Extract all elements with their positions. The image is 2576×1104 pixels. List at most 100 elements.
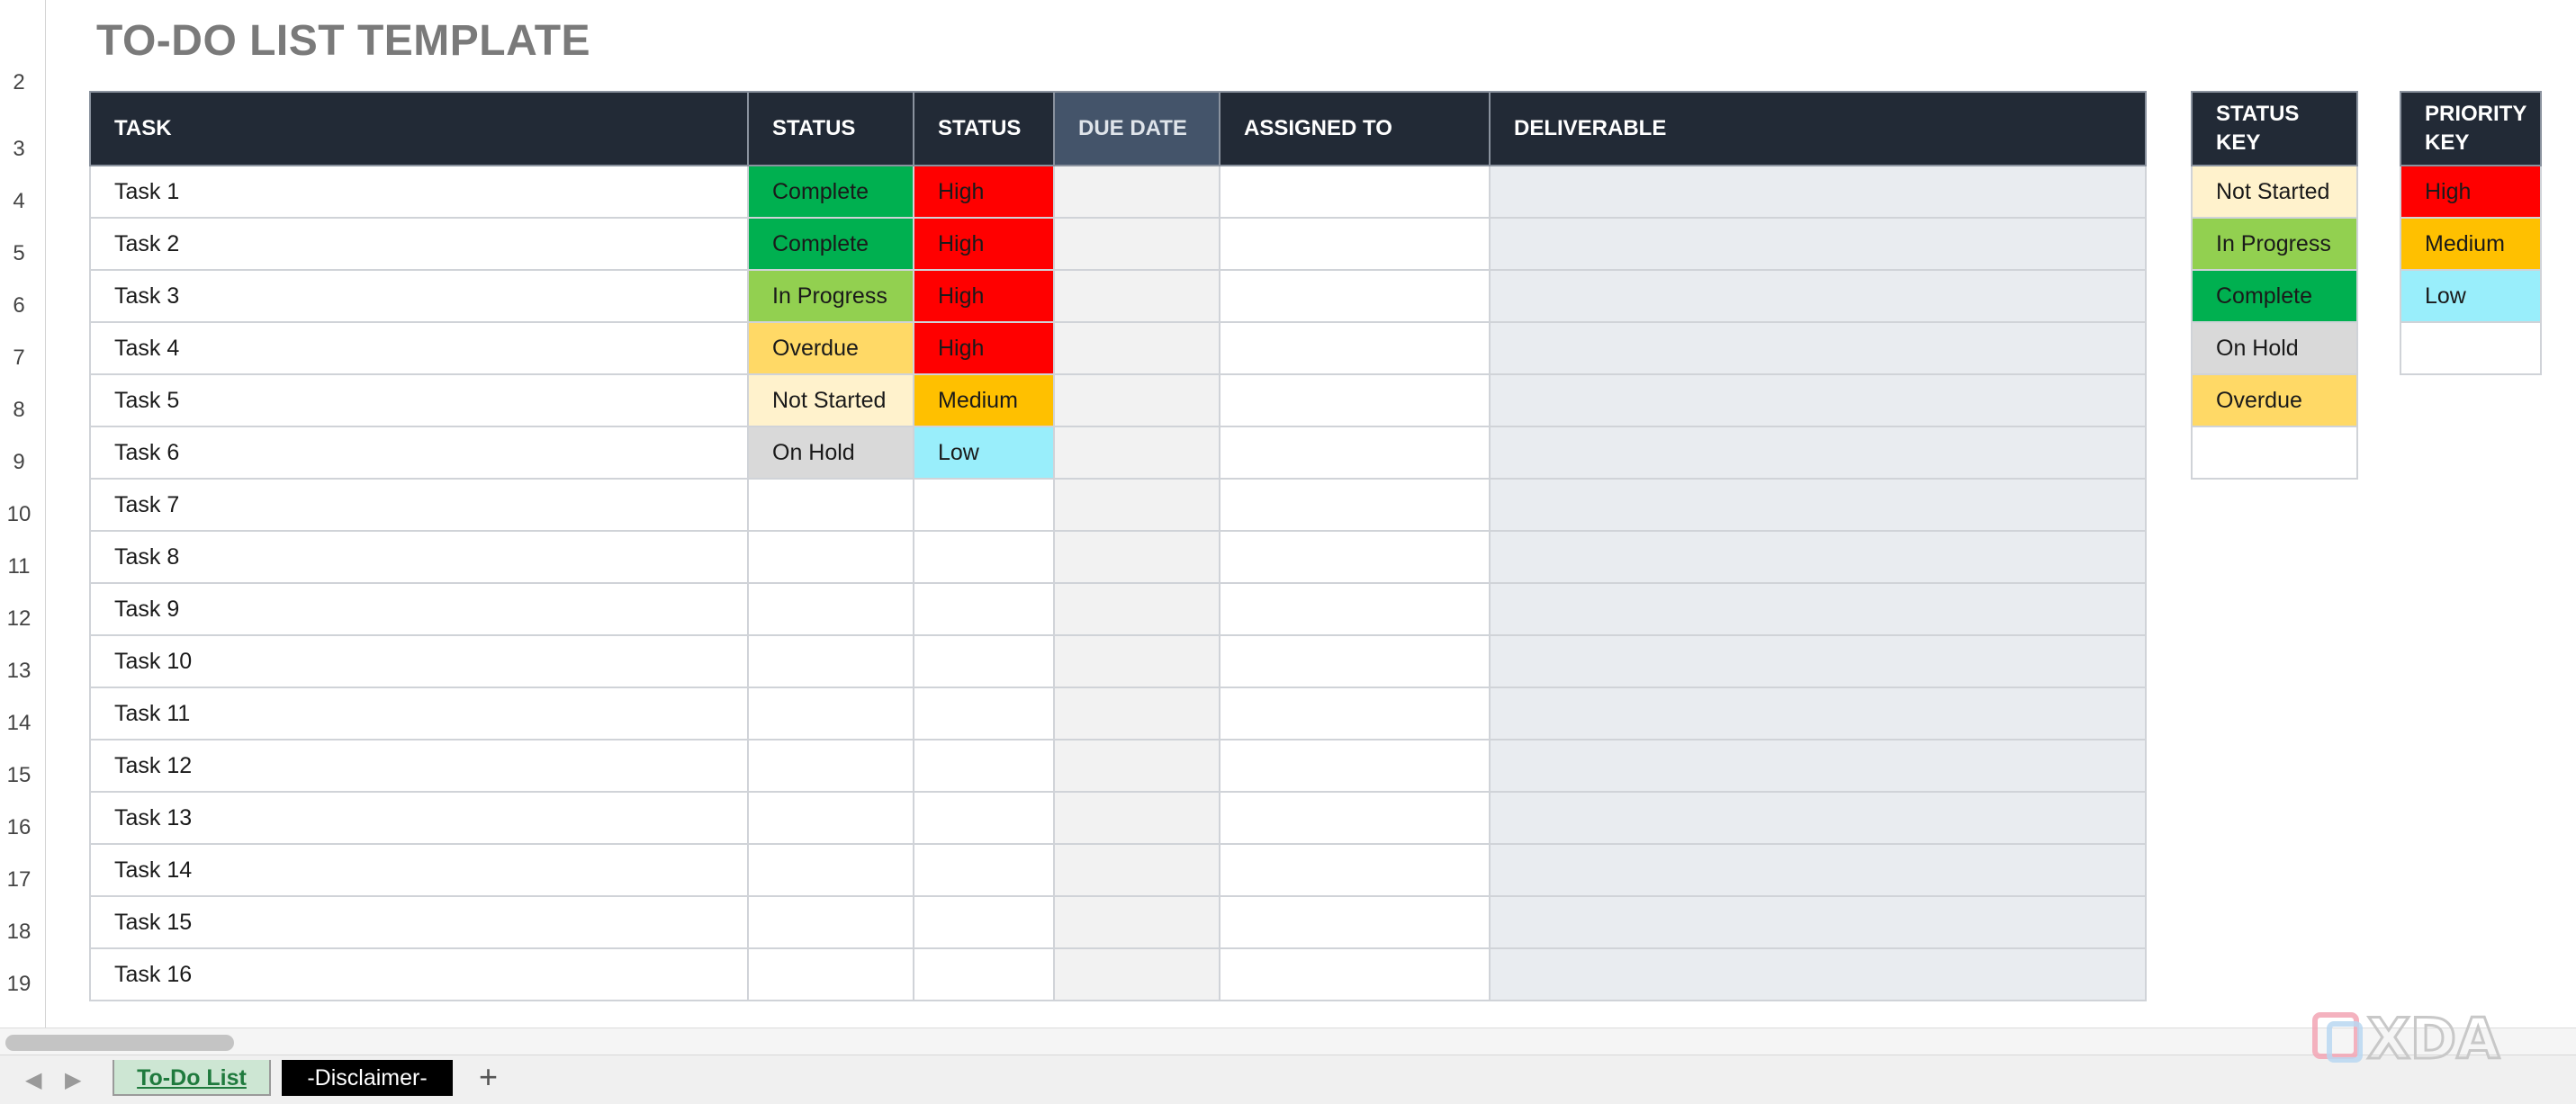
status-cell[interactable]: Overdue xyxy=(747,321,914,375)
row-number[interactable]: 3 xyxy=(0,137,38,162)
priority-key-item[interactable]: Medium xyxy=(2400,217,2542,271)
row-number[interactable]: 19 xyxy=(0,972,38,997)
priority-key-item[interactable]: Low xyxy=(2400,269,2542,323)
row-number[interactable]: 17 xyxy=(0,867,38,893)
priority-cell[interactable]: Low xyxy=(913,426,1055,480)
task-cell[interactable]: Task 10 xyxy=(89,634,749,688)
assigned-to-cell[interactable] xyxy=(1219,739,1491,793)
task-cell[interactable]: Task 8 xyxy=(89,530,749,584)
deliverable-cell[interactable] xyxy=(1489,478,2147,532)
deliverable-cell[interactable] xyxy=(1489,634,2147,688)
priority-cell[interactable] xyxy=(913,478,1055,532)
header-priority[interactable]: STATUS xyxy=(913,91,1055,166)
due-date-cell[interactable] xyxy=(1053,321,1220,375)
deliverable-cell[interactable] xyxy=(1489,791,2147,845)
row-number[interactable]: 7 xyxy=(0,346,38,371)
task-cell[interactable]: Task 3 xyxy=(89,269,749,323)
priority-cell[interactable] xyxy=(913,634,1055,688)
status-cell[interactable] xyxy=(747,895,914,949)
priority-cell[interactable] xyxy=(913,843,1055,897)
status-cell[interactable] xyxy=(747,739,914,793)
task-cell[interactable]: Task 14 xyxy=(89,843,749,897)
deliverable-cell[interactable] xyxy=(1489,321,2147,375)
status-cell[interactable]: In Progress xyxy=(747,269,914,323)
priority-cell[interactable]: Medium xyxy=(913,373,1055,427)
row-number[interactable]: 2 xyxy=(0,70,38,95)
status-cell[interactable] xyxy=(747,791,914,845)
priority-cell[interactable] xyxy=(913,687,1055,740)
horizontal-scroll-thumb[interactable] xyxy=(5,1035,234,1051)
assigned-to-cell[interactable] xyxy=(1219,530,1491,584)
assigned-to-cell[interactable] xyxy=(1219,634,1491,688)
task-cell[interactable]: Task 15 xyxy=(89,895,749,949)
header-assigned-to[interactable]: ASSIGNED TO xyxy=(1219,91,1491,166)
assigned-to-cell[interactable] xyxy=(1219,843,1491,897)
row-number[interactable]: 5 xyxy=(0,241,38,266)
due-date-cell[interactable] xyxy=(1053,791,1220,845)
sheet-tab-todo-list[interactable]: To-Do List xyxy=(113,1060,271,1096)
priority-cell[interactable]: High xyxy=(913,217,1055,271)
header-deliverable[interactable]: DELIVERABLE xyxy=(1489,91,2147,166)
status-cell[interactable] xyxy=(747,687,914,740)
priority-cell[interactable]: High xyxy=(913,321,1055,375)
assigned-to-cell[interactable] xyxy=(1219,478,1491,532)
deliverable-cell[interactable] xyxy=(1489,426,2147,480)
priority-cell[interactable] xyxy=(913,582,1055,636)
priority-key-header[interactable]: PRIORITY KEY xyxy=(2400,91,2542,166)
status-key-item[interactable]: On Hold xyxy=(2191,321,2358,375)
status-cell[interactable]: Complete xyxy=(747,165,914,219)
status-cell[interactable] xyxy=(747,582,914,636)
status-key-item[interactable]: Complete xyxy=(2191,269,2358,323)
status-cell[interactable]: Not Started xyxy=(747,373,914,427)
priority-cell[interactable] xyxy=(913,791,1055,845)
row-number[interactable]: 6 xyxy=(0,293,38,319)
status-key-item[interactable]: Not Started xyxy=(2191,165,2358,219)
priority-cell[interactable] xyxy=(913,739,1055,793)
deliverable-cell[interactable] xyxy=(1489,269,2147,323)
task-cell[interactable]: Task 13 xyxy=(89,791,749,845)
status-key-item[interactable]: Overdue xyxy=(2191,373,2358,427)
sheet-tab-disclaimer[interactable]: -Disclaimer- xyxy=(282,1060,453,1096)
row-number[interactable]: 12 xyxy=(0,606,38,632)
status-cell[interactable] xyxy=(747,530,914,584)
due-date-cell[interactable] xyxy=(1053,687,1220,740)
assigned-to-cell[interactable] xyxy=(1219,791,1491,845)
add-sheet-button[interactable]: + xyxy=(479,1058,498,1096)
task-cell[interactable]: Task 11 xyxy=(89,687,749,740)
assigned-to-cell[interactable] xyxy=(1219,321,1491,375)
assigned-to-cell[interactable] xyxy=(1219,426,1491,480)
priority-key-item[interactable]: High xyxy=(2400,165,2542,219)
assigned-to-cell[interactable] xyxy=(1219,165,1491,219)
deliverable-cell[interactable] xyxy=(1489,373,2147,427)
row-number[interactable]: 8 xyxy=(0,398,38,423)
header-task[interactable]: TASK xyxy=(89,91,749,166)
due-date-cell[interactable] xyxy=(1053,739,1220,793)
due-date-cell[interactable] xyxy=(1053,269,1220,323)
task-cell[interactable]: Task 1 xyxy=(89,165,749,219)
row-number[interactable]: 11 xyxy=(0,554,38,579)
deliverable-cell[interactable] xyxy=(1489,217,2147,271)
task-cell[interactable]: Task 12 xyxy=(89,739,749,793)
deliverable-cell[interactable] xyxy=(1489,165,2147,219)
row-number[interactable]: 18 xyxy=(0,920,38,945)
due-date-cell[interactable] xyxy=(1053,373,1220,427)
status-cell[interactable]: Complete xyxy=(747,217,914,271)
due-date-cell[interactable] xyxy=(1053,165,1220,219)
due-date-cell[interactable] xyxy=(1053,947,1220,1001)
deliverable-cell[interactable] xyxy=(1489,687,2147,740)
due-date-cell[interactable] xyxy=(1053,582,1220,636)
row-number[interactable]: 10 xyxy=(0,502,38,527)
status-key-item[interactable] xyxy=(2191,426,2358,480)
deliverable-cell[interactable] xyxy=(1489,947,2147,1001)
priority-cell[interactable] xyxy=(913,947,1055,1001)
status-cell[interactable] xyxy=(747,843,914,897)
task-cell[interactable]: Task 7 xyxy=(89,478,749,532)
priority-cell[interactable] xyxy=(913,895,1055,949)
status-key-header[interactable]: STATUS KEY xyxy=(2191,91,2358,166)
assigned-to-cell[interactable] xyxy=(1219,687,1491,740)
deliverable-cell[interactable] xyxy=(1489,895,2147,949)
due-date-cell[interactable] xyxy=(1053,217,1220,271)
horizontal-scrollbar[interactable] xyxy=(0,1028,2576,1055)
priority-cell[interactable]: High xyxy=(913,269,1055,323)
due-date-cell[interactable] xyxy=(1053,634,1220,688)
